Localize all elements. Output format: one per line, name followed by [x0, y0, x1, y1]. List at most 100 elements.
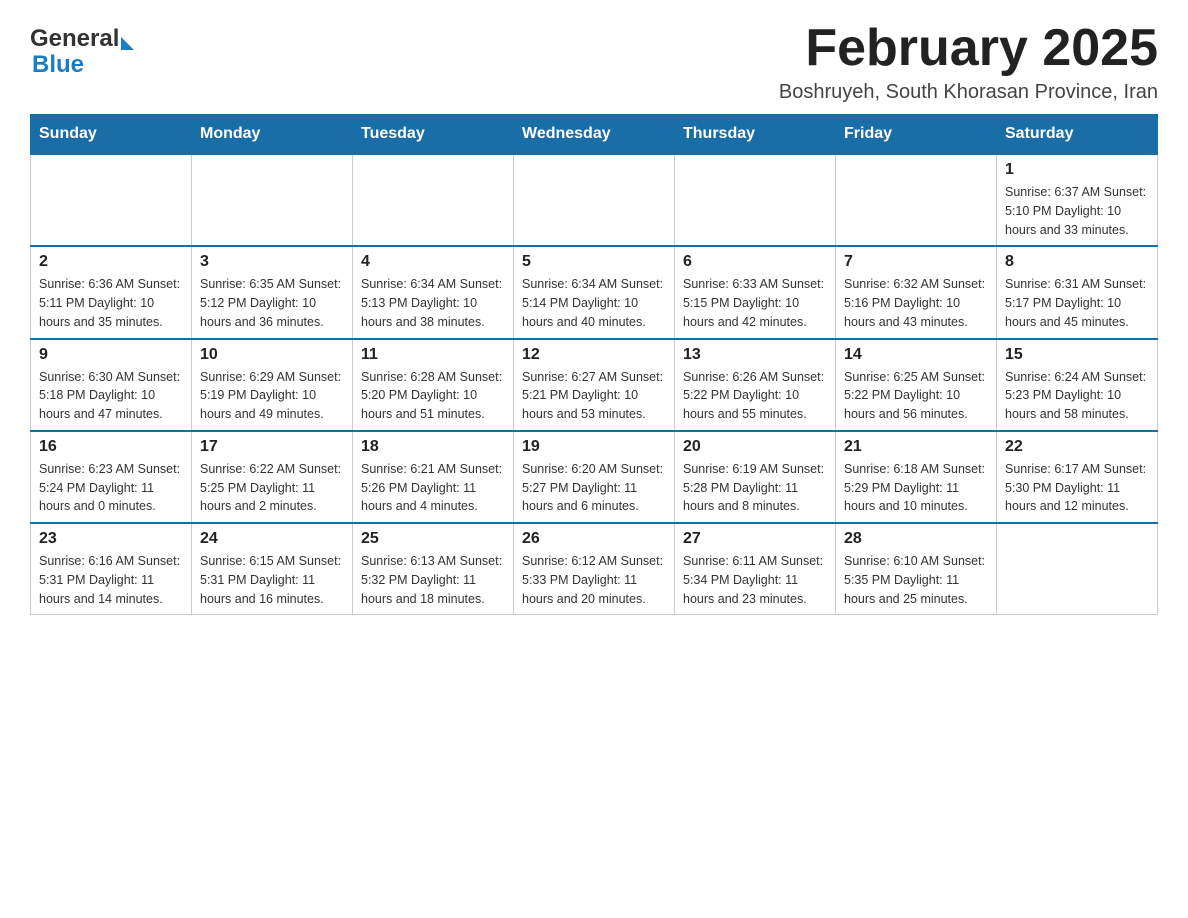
- calendar-week-row: 1 Sunrise: 6:37 AM Sunset: 5:10 PM Daylig…: [31, 154, 1158, 246]
- calendar-header-row: Sunday Monday Tuesday Wednesday Thursday…: [31, 115, 1158, 155]
- calendar-cell: 25 Sunrise: 6:13 AM Sunset: 5:32 PM Dayli…: [353, 523, 514, 615]
- calendar-cell: [31, 154, 192, 246]
- calendar-cell: 23 Sunrise: 6:16 AM Sunset: 5:31 PM Dayli…: [31, 523, 192, 615]
- day-info: Sunrise: 6:11 AM Sunset: 5:34 PM Dayligh…: [683, 552, 827, 608]
- calendar-cell: 4 Sunrise: 6:34 AM Sunset: 5:13 PM Daylig…: [353, 246, 514, 338]
- day-number: 7: [844, 253, 988, 271]
- month-title: February 2025: [779, 20, 1158, 77]
- day-number: 21: [844, 438, 988, 456]
- day-info: Sunrise: 6:30 AM Sunset: 5:18 PM Dayligh…: [39, 368, 183, 424]
- calendar-cell: 21 Sunrise: 6:18 AM Sunset: 5:29 PM Dayli…: [836, 431, 997, 523]
- day-number: 9: [39, 346, 183, 364]
- calendar-cell: 12Sunrise: 6:27 AM Sunset: 5:21 PM Dayli…: [514, 339, 675, 431]
- calendar-cell: 22 Sunrise: 6:17 AM Sunset: 5:30 PM Dayli…: [997, 431, 1158, 523]
- calendar-week-row: 23 Sunrise: 6:16 AM Sunset: 5:31 PM Dayli…: [31, 523, 1158, 615]
- calendar-cell: [675, 154, 836, 246]
- day-number: 11: [361, 346, 505, 364]
- calendar-cell: 11 Sunrise: 6:28 AM Sunset: 5:20 PM Dayli…: [353, 339, 514, 431]
- day-number: 1: [1005, 161, 1149, 179]
- day-number: 27: [683, 530, 827, 548]
- logo: General Blue: [30, 20, 134, 79]
- day-number: 3: [200, 253, 344, 271]
- day-number: 13: [683, 346, 827, 364]
- day-number: 22: [1005, 438, 1149, 456]
- day-info: Sunrise: 6:29 AM Sunset: 5:19 PM Dayligh…: [200, 368, 344, 424]
- day-info: Sunrise: 6:17 AM Sunset: 5:30 PM Dayligh…: [1005, 460, 1149, 516]
- calendar-cell: [997, 523, 1158, 615]
- day-info: Sunrise: 6:19 AM Sunset: 5:28 PM Dayligh…: [683, 460, 827, 516]
- day-info: Sunrise: 6:15 AM Sunset: 5:31 PM Dayligh…: [200, 552, 344, 608]
- day-number: 26: [522, 530, 666, 548]
- calendar-cell: 17 Sunrise: 6:22 AM Sunset: 5:25 PM Dayli…: [192, 431, 353, 523]
- day-info: Sunrise: 6:34 AM Sunset: 5:14 PM Dayligh…: [522, 275, 666, 331]
- day-info: Sunrise: 6:26 AM Sunset: 5:22 PM Dayligh…: [683, 368, 827, 424]
- day-number: 28: [844, 530, 988, 548]
- calendar-cell: 18Sunrise: 6:21 AM Sunset: 5:26 PM Dayli…: [353, 431, 514, 523]
- calendar-cell: 28Sunrise: 6:10 AM Sunset: 5:35 PM Dayli…: [836, 523, 997, 615]
- col-sunday: Sunday: [31, 115, 192, 155]
- day-number: 23: [39, 530, 183, 548]
- col-friday: Friday: [836, 115, 997, 155]
- calendar-cell: [836, 154, 997, 246]
- day-info: Sunrise: 6:27 AM Sunset: 5:21 PM Dayligh…: [522, 368, 666, 424]
- title-area: February 2025 Boshruyeh, South Khorasan …: [779, 20, 1158, 104]
- calendar-week-row: 2 Sunrise: 6:36 AM Sunset: 5:11 PM Daylig…: [31, 246, 1158, 338]
- day-info: Sunrise: 6:33 AM Sunset: 5:15 PM Dayligh…: [683, 275, 827, 331]
- header: General Blue February 2025 Boshruyeh, So…: [30, 20, 1158, 104]
- calendar-cell: 1 Sunrise: 6:37 AM Sunset: 5:10 PM Daylig…: [997, 154, 1158, 246]
- col-thursday: Thursday: [675, 115, 836, 155]
- day-number: 6: [683, 253, 827, 271]
- calendar-cell: 15Sunrise: 6:24 AM Sunset: 5:23 PM Dayli…: [997, 339, 1158, 431]
- day-number: 14: [844, 346, 988, 364]
- calendar-cell: [353, 154, 514, 246]
- day-number: 19: [522, 438, 666, 456]
- location-title: Boshruyeh, South Khorasan Province, Iran: [779, 81, 1158, 104]
- col-monday: Monday: [192, 115, 353, 155]
- col-tuesday: Tuesday: [353, 115, 514, 155]
- calendar-cell: 26 Sunrise: 6:12 AM Sunset: 5:33 PM Dayli…: [514, 523, 675, 615]
- calendar-cell: 20 Sunrise: 6:19 AM Sunset: 5:28 PM Dayli…: [675, 431, 836, 523]
- day-number: 15: [1005, 346, 1149, 364]
- day-info: Sunrise: 6:18 AM Sunset: 5:29 PM Dayligh…: [844, 460, 988, 516]
- calendar-cell: 2 Sunrise: 6:36 AM Sunset: 5:11 PM Daylig…: [31, 246, 192, 338]
- calendar-cell: 27 Sunrise: 6:11 AM Sunset: 5:34 PM Dayli…: [675, 523, 836, 615]
- logo-general-text: General: [30, 25, 119, 53]
- day-info: Sunrise: 6:23 AM Sunset: 5:24 PM Dayligh…: [39, 460, 183, 516]
- day-number: 24: [200, 530, 344, 548]
- calendar-cell: 13 Sunrise: 6:26 AM Sunset: 5:22 PM Dayli…: [675, 339, 836, 431]
- day-info: Sunrise: 6:20 AM Sunset: 5:27 PM Dayligh…: [522, 460, 666, 516]
- calendar-cell: 16Sunrise: 6:23 AM Sunset: 5:24 PM Dayli…: [31, 431, 192, 523]
- calendar-cell: 5Sunrise: 6:34 AM Sunset: 5:14 PM Daylig…: [514, 246, 675, 338]
- day-info: Sunrise: 6:28 AM Sunset: 5:20 PM Dayligh…: [361, 368, 505, 424]
- logo-triangle-icon: [121, 37, 134, 50]
- calendar-cell: 6 Sunrise: 6:33 AM Sunset: 5:15 PM Daylig…: [675, 246, 836, 338]
- calendar-cell: [514, 154, 675, 246]
- day-info: Sunrise: 6:13 AM Sunset: 5:32 PM Dayligh…: [361, 552, 505, 608]
- day-info: Sunrise: 6:37 AM Sunset: 5:10 PM Dayligh…: [1005, 183, 1149, 239]
- day-info: Sunrise: 6:36 AM Sunset: 5:11 PM Dayligh…: [39, 275, 183, 331]
- col-saturday: Saturday: [997, 115, 1158, 155]
- calendar-cell: 8 Sunrise: 6:31 AM Sunset: 5:17 PM Daylig…: [997, 246, 1158, 338]
- logo-blue-text: Blue: [32, 51, 84, 79]
- day-number: 4: [361, 253, 505, 271]
- calendar-cell: 10 Sunrise: 6:29 AM Sunset: 5:19 PM Dayli…: [192, 339, 353, 431]
- calendar-week-row: 9 Sunrise: 6:30 AM Sunset: 5:18 PM Daylig…: [31, 339, 1158, 431]
- calendar-cell: 7Sunrise: 6:32 AM Sunset: 5:16 PM Daylig…: [836, 246, 997, 338]
- day-info: Sunrise: 6:34 AM Sunset: 5:13 PM Dayligh…: [361, 275, 505, 331]
- day-number: 25: [361, 530, 505, 548]
- day-number: 18: [361, 438, 505, 456]
- day-number: 8: [1005, 253, 1149, 271]
- day-info: Sunrise: 6:12 AM Sunset: 5:33 PM Dayligh…: [522, 552, 666, 608]
- calendar-table: Sunday Monday Tuesday Wednesday Thursday…: [30, 114, 1158, 615]
- day-info: Sunrise: 6:31 AM Sunset: 5:17 PM Dayligh…: [1005, 275, 1149, 331]
- day-number: 20: [683, 438, 827, 456]
- day-info: Sunrise: 6:35 AM Sunset: 5:12 PM Dayligh…: [200, 275, 344, 331]
- day-number: 17: [200, 438, 344, 456]
- day-number: 10: [200, 346, 344, 364]
- calendar-cell: 14Sunrise: 6:25 AM Sunset: 5:22 PM Dayli…: [836, 339, 997, 431]
- day-info: Sunrise: 6:22 AM Sunset: 5:25 PM Dayligh…: [200, 460, 344, 516]
- calendar-cell: 19 Sunrise: 6:20 AM Sunset: 5:27 PM Dayli…: [514, 431, 675, 523]
- day-number: 2: [39, 253, 183, 271]
- day-info: Sunrise: 6:16 AM Sunset: 5:31 PM Dayligh…: [39, 552, 183, 608]
- calendar-cell: 9 Sunrise: 6:30 AM Sunset: 5:18 PM Daylig…: [31, 339, 192, 431]
